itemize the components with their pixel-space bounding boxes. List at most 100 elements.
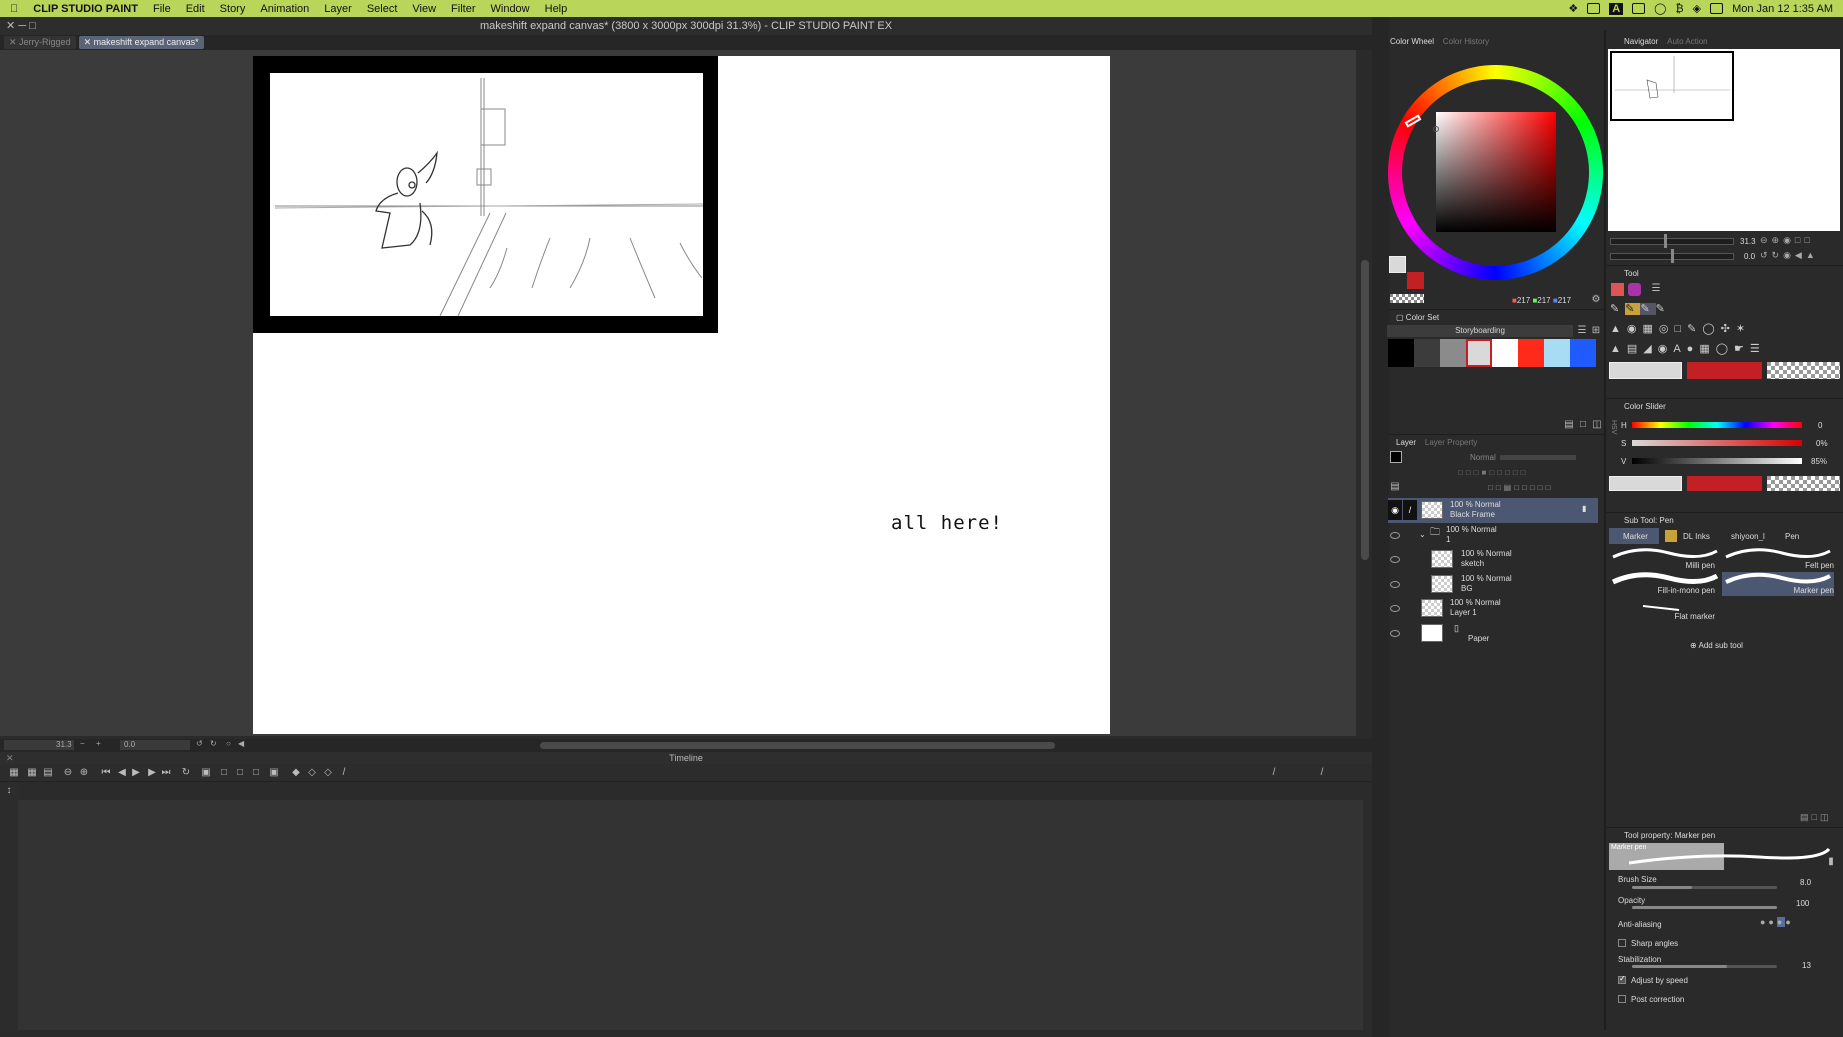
layer-opacity-slider[interactable]	[1500, 455, 1576, 460]
tab-marker[interactable]: Marker	[1609, 528, 1659, 544]
navigator-zoom-value[interactable]: 31.3	[1740, 237, 1756, 246]
color-mode-tab[interactable]: HSV	[1610, 420, 1617, 434]
keyframe-icon[interactable]: ◇	[322, 767, 334, 779]
layer-row-paper[interactable]: ▯ Paper	[1388, 621, 1598, 646]
h-value[interactable]: 0	[1818, 421, 1822, 430]
layer-row-bg[interactable]: 100 % Normal BG	[1388, 572, 1598, 597]
value-slider[interactable]	[1632, 458, 1802, 464]
swatch-light-gray[interactable]	[1466, 339, 1492, 367]
visibility-eye-icon[interactable]	[1390, 630, 1400, 637]
navigator-rotation-value[interactable]: 0.0	[1744, 252, 1755, 261]
play-icon[interactable]: ▶	[130, 767, 142, 779]
menu-select[interactable]: Select	[367, 3, 398, 15]
visibility-eye-icon[interactable]	[1390, 605, 1400, 612]
navigator-zoom-slider[interactable]	[1610, 238, 1734, 245]
prev-frame-icon[interactable]: ◀	[116, 767, 128, 779]
close-icon[interactable]: ✕	[6, 752, 14, 764]
sub-tool-milli-pen[interactable]: Milli pen	[1609, 547, 1721, 571]
input-source-icon[interactable]: A	[1609, 2, 1624, 15]
tab-pen[interactable]: Pen	[1771, 528, 1821, 544]
layer-property-tab[interactable]: Layer Property	[1425, 438, 1477, 447]
transparent-color-bar[interactable]	[1767, 362, 1840, 379]
keyframe-icon[interactable]: ◇	[306, 767, 318, 779]
scroll-arrows-icon[interactable]: ↕	[3, 785, 15, 797]
screen-icon[interactable]	[1632, 3, 1646, 14]
menu-icon[interactable]: ☰	[1650, 283, 1662, 295]
menu-file[interactable]: File	[153, 3, 171, 15]
lock-icon[interactable]: ▮	[1582, 504, 1586, 514]
pen-icon[interactable]: /	[1268, 767, 1280, 779]
sub-color-chip[interactable]	[1407, 272, 1424, 289]
v-value[interactable]: 85%	[1811, 457, 1827, 466]
bluetooth-icon[interactable]: ₿	[1675, 3, 1683, 15]
frame-icon[interactable]: ▦	[26, 767, 38, 779]
rotation-value[interactable]: 0.0	[124, 740, 135, 749]
flip-icon[interactable]: ◀	[238, 739, 244, 748]
sub-tool-felt-pen[interactable]: Felt pen	[1722, 547, 1834, 571]
sub-tool-footer-buttons[interactable]: ▤□◫	[1800, 812, 1831, 823]
loop-icon[interactable]: ↻	[180, 767, 192, 779]
next-frame-icon[interactable]: ▶	[146, 767, 158, 779]
sub-tool-fill-in-mono-pen[interactable]: Fill-in-mono pen	[1609, 572, 1721, 596]
layer-row-layer-1[interactable]: 100 % Normal Layer 1	[1388, 596, 1598, 621]
navigator-zoom-handle[interactable]	[1664, 234, 1667, 248]
add-color-icon[interactable]: ⊞	[1590, 325, 1602, 337]
tool-row-2[interactable]: ▲◉▦◎□✎◯✣✶	[1610, 322, 1840, 336]
timeline-track-area[interactable]	[18, 800, 1363, 1030]
new-cel-icon[interactable]: ▣	[200, 767, 212, 779]
layer-color-chip[interactable]	[1390, 451, 1402, 463]
zoom-out-icon[interactable]: ⊖	[62, 767, 74, 779]
cel-icon[interactable]: □	[250, 767, 262, 779]
color-set-dropdown[interactable]: Storyboarding	[1387, 325, 1573, 337]
sub-color-bar[interactable]	[1687, 362, 1762, 379]
visibility-eye-icon[interactable]	[1390, 556, 1400, 563]
tab-makeshift[interactable]: ✕ makeshift expand canvas*	[78, 36, 204, 49]
visibility-eye-icon[interactable]	[1390, 581, 1400, 588]
sub-tool-marker-pen[interactable]: Marker pen	[1722, 572, 1834, 596]
layer-row-black-frame[interactable]: 100 % Normal Black Frame ▮	[1388, 498, 1598, 523]
color-set-menu-icon[interactable]: ☰	[1576, 325, 1588, 337]
menu-edit[interactable]: Edit	[186, 3, 205, 15]
saturation-slider[interactable]	[1632, 440, 1802, 446]
grid-icon[interactable]	[1587, 3, 1601, 14]
menubar-clock[interactable]: Mon Jan 12 1:35 AM	[1732, 3, 1833, 15]
menu-story[interactable]: Story	[220, 3, 246, 15]
add-sub-tool-button[interactable]: ⊕ Add sub tool	[1690, 641, 1743, 650]
app-menu[interactable]: CLIP STUDIO PAINT	[33, 3, 138, 15]
sub-tool-flat-marker[interactable]: Flat marker	[1609, 598, 1721, 622]
saturation-value-square[interactable]	[1436, 112, 1556, 232]
first-frame-icon[interactable]: ⏮	[100, 767, 112, 779]
rotate-right-icon[interactable]: ↻	[210, 739, 217, 748]
anti-aliasing-options[interactable]: ●●●●	[1760, 917, 1824, 929]
menu-animation[interactable]: Animation	[260, 3, 309, 15]
opacity-value[interactable]: 100	[1796, 899, 1809, 908]
apple-icon[interactable]: 	[10, 3, 18, 15]
tool-icon[interactable]	[1628, 283, 1641, 296]
sub-color-bar[interactable]	[1687, 476, 1762, 491]
keyframe-icon[interactable]: ◆	[290, 767, 302, 779]
minimize-icon[interactable]: ─	[18, 20, 26, 32]
visibility-eye-icon[interactable]	[1390, 532, 1400, 539]
onion-skin-icon[interactable]: ▣	[268, 767, 280, 779]
color-history-tab[interactable]: Color History	[1443, 37, 1489, 46]
layer-tab[interactable]: Layer	[1396, 438, 1416, 447]
navigator-rotation-buttons[interactable]: ↺↻◉◀▲	[1760, 250, 1819, 261]
new-timeline-icon[interactable]: ▦	[8, 767, 20, 779]
layer-row-sketch[interactable]: 100 % Normal sketch	[1388, 547, 1598, 572]
copy-icon[interactable]: ▤	[1563, 419, 1575, 431]
swatch-red[interactable]	[1518, 339, 1544, 367]
visibility-eye-icon[interactable]: ◉	[1388, 500, 1402, 520]
layer-lock-toolbar[interactable]: □□□■□□□□□	[1458, 468, 1598, 478]
auto-action-tab[interactable]: Auto Action	[1667, 37, 1707, 46]
canvas-horizontal-scroll-thumb[interactable]	[540, 742, 1055, 749]
rotate-left-icon[interactable]: ↺	[196, 739, 203, 748]
tool-row-1[interactable]: ✎✎✎✎	[1610, 302, 1840, 316]
menu-window[interactable]: Window	[491, 3, 530, 15]
navigator-zoom-buttons[interactable]: ⊖⊕◉□□	[1760, 235, 1814, 246]
layer-row-folder-1[interactable]: ⌄ 🗀 100 % Normal 1	[1388, 523, 1598, 548]
headphones-icon[interactable]: ◯	[1654, 2, 1666, 15]
maximize-icon[interactable]: □	[29, 20, 36, 32]
menu-layer[interactable]: Layer	[324, 3, 352, 15]
main-color-bar[interactable]	[1609, 476, 1682, 491]
swatch-gray[interactable]	[1440, 339, 1466, 367]
